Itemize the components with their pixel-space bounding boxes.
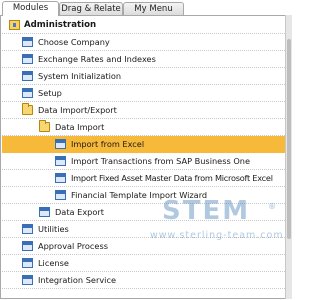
tab-modules[interactable]: Modules (2, 1, 59, 16)
tree-item-import-transactions[interactable]: Import Transactions from SAP Business On… (2, 153, 285, 170)
tree-item-data-import[interactable]: Data Import (2, 119, 285, 136)
tree-item-label: Financial Template Import Wizard (71, 190, 208, 200)
form-icon (39, 207, 50, 217)
form-icon (55, 173, 66, 183)
form-icon (55, 156, 66, 166)
form-icon (22, 71, 33, 81)
tree-item-integration-service[interactable]: Integration Service (2, 272, 285, 289)
tree-item-label: Approval Process (38, 241, 108, 251)
module-tab-bar: Modules Drag & Relate My Menu (0, 0, 292, 16)
tab-drag-and-relate[interactable]: Drag & Relate (59, 2, 123, 15)
tree-item-data-import-export[interactable]: Data Import/Export (2, 102, 285, 119)
form-icon (22, 37, 33, 47)
tree-item-label: Choose Company (38, 37, 110, 47)
tree-item-label: System Initialization (38, 71, 122, 81)
tree-item-exchange-rates[interactable]: Exchange Rates and Indexes (2, 51, 285, 68)
tree-item-choose-company[interactable]: Choose Company (2, 34, 285, 51)
tree-item-label: Import Fixed Asset Master Data from Micr… (71, 173, 273, 183)
tree-item-utilities[interactable]: Utilities (2, 221, 285, 238)
module-tree-panel: Administration Choose Company Exchange R… (0, 15, 285, 299)
folder-open-icon (39, 120, 50, 132)
tree-item-label: Administration (24, 20, 97, 30)
form-icon (22, 88, 33, 98)
tree-item-label: Setup (38, 88, 62, 98)
tree-item-approval-process[interactable]: Approval Process (2, 238, 285, 255)
tree-item-data-export[interactable]: Data Export (2, 204, 285, 221)
form-icon (22, 258, 33, 268)
tree-item-label: License (38, 258, 69, 268)
form-icon (22, 224, 33, 234)
tree-item-setup[interactable]: Setup (2, 85, 285, 102)
tree-item-financial-template-import[interactable]: Financial Template Import Wizard (2, 187, 285, 204)
form-icon (55, 139, 66, 149)
form-icon (22, 54, 33, 64)
administration-icon (9, 20, 20, 30)
tree-item-import-fixed-asset[interactable]: Import Fixed Asset Master Data from Micr… (2, 170, 285, 187)
folder-open-icon (22, 103, 33, 115)
form-icon (22, 241, 33, 251)
tree-item-administration[interactable]: Administration (2, 17, 285, 34)
tree-item-label: Import Transactions from SAP Business On… (71, 156, 251, 166)
scrollbar-thumb[interactable] (287, 39, 291, 239)
tree-item-label: Exchange Rates and Indexes (38, 54, 156, 64)
tree-item-label: Utilities (38, 224, 69, 234)
vertical-scrollbar[interactable] (285, 15, 292, 299)
tree-item-label: Data Import/Export (38, 105, 117, 115)
tree-item-label: Import from Excel (71, 139, 145, 149)
tree-item-system-initialization[interactable]: System Initialization (2, 68, 285, 85)
tree-item-label: Data Export (55, 207, 104, 217)
tree-item-label: Integration Service (38, 275, 116, 285)
form-icon (55, 190, 66, 200)
tree-item-license[interactable]: License (2, 255, 285, 272)
form-icon (22, 275, 33, 285)
tree-item-label: Data Import (55, 122, 105, 132)
tree-item-import-from-excel[interactable]: Import from Excel (2, 136, 285, 153)
tab-my-menu[interactable]: My Menu (123, 2, 184, 15)
